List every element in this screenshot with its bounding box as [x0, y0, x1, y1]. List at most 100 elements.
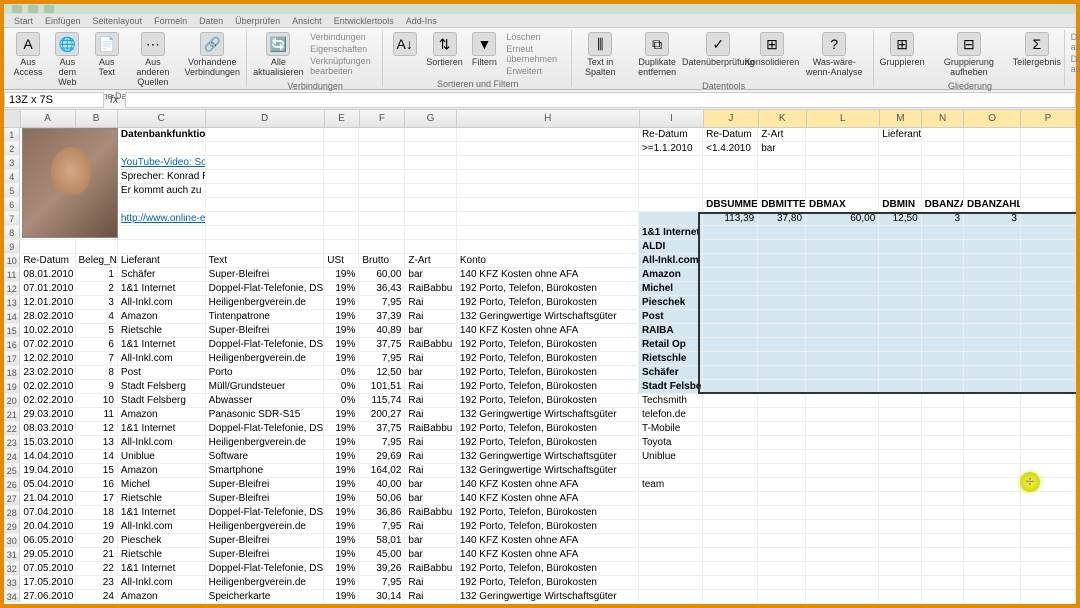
cell[interactable]: 22: [76, 562, 118, 575]
cell[interactable]: 30,14: [359, 590, 405, 602]
cell[interactable]: 132 Geringwertige Wirtschaftsgüter: [457, 450, 639, 463]
cell[interactable]: 19%: [324, 310, 359, 323]
cell[interactable]: [359, 226, 405, 239]
cell[interactable]: [457, 156, 639, 169]
cell[interactable]: 19%: [324, 506, 359, 519]
cell[interactable]: [964, 492, 1021, 505]
cell[interactable]: 19%: [324, 282, 359, 295]
cell[interactable]: 14.04.2010: [20, 450, 75, 463]
cell[interactable]: 12.02.2010: [20, 352, 75, 365]
sort-az-button[interactable]: A↓: [389, 30, 421, 58]
cell[interactable]: [1021, 296, 1076, 309]
cell[interactable]: [405, 142, 456, 155]
cell[interactable]: [703, 422, 758, 435]
cell[interactable]: [758, 548, 806, 561]
cell[interactable]: [922, 156, 964, 169]
cell[interactable]: [964, 562, 1021, 575]
cell[interactable]: [879, 352, 921, 365]
column-header[interactable]: C: [118, 110, 206, 127]
cell[interactable]: [806, 184, 879, 197]
cell[interactable]: [806, 464, 879, 477]
cell[interactable]: [922, 352, 964, 365]
cell[interactable]: [879, 380, 921, 393]
row-header[interactable]: 5: [4, 184, 20, 197]
cell[interactable]: 18: [76, 506, 118, 519]
cell[interactable]: [922, 338, 964, 351]
cell[interactable]: Pieschek: [639, 296, 703, 309]
cell[interactable]: [76, 240, 118, 253]
cell[interactable]: 12.01.2010: [20, 296, 75, 309]
ribbon-tab[interactable]: Start: [14, 16, 33, 26]
cell[interactable]: 21: [76, 548, 118, 561]
cell[interactable]: [879, 450, 921, 463]
column-header[interactable]: M: [880, 110, 922, 127]
cell[interactable]: [806, 268, 879, 281]
cell[interactable]: [703, 296, 758, 309]
cell[interactable]: [806, 436, 879, 449]
cell[interactable]: [922, 170, 964, 183]
cell[interactable]: RaiBabbu: [405, 338, 456, 351]
cell[interactable]: [703, 408, 758, 421]
cell[interactable]: 5: [76, 324, 118, 337]
cell[interactable]: USt: [324, 254, 359, 267]
cell[interactable]: Uniblue: [639, 450, 703, 463]
cell[interactable]: 23: [76, 576, 118, 589]
cell[interactable]: [964, 240, 1021, 253]
cell[interactable]: [1021, 198, 1076, 211]
cell[interactable]: [405, 128, 456, 141]
cell[interactable]: [1021, 506, 1076, 519]
cell[interactable]: [922, 436, 964, 449]
cell[interactable]: Michel: [639, 282, 703, 295]
cell[interactable]: [964, 310, 1021, 323]
refresh-all-button[interactable]: 🔄Alle aktualisieren: [253, 30, 305, 80]
cell[interactable]: [879, 170, 921, 183]
cell[interactable]: [1021, 352, 1076, 365]
column-header[interactable]: I: [640, 110, 704, 127]
cell[interactable]: Rai: [405, 394, 456, 407]
cell[interactable]: [758, 268, 806, 281]
ribbon-tab[interactable]: Ansicht: [292, 16, 322, 26]
cell[interactable]: [922, 408, 964, 421]
cell[interactable]: [964, 226, 1021, 239]
cell[interactable]: [1021, 380, 1076, 393]
cell[interactable]: Doppel-Flat-Telefonie, DSL: [206, 562, 325, 575]
cell[interactable]: [922, 128, 964, 141]
cell[interactable]: 19%: [324, 464, 359, 477]
cell[interactable]: [324, 226, 359, 239]
cell[interactable]: [922, 590, 964, 602]
ribbon-tab[interactable]: Einfügen: [45, 16, 81, 26]
cell[interactable]: [806, 422, 879, 435]
cell[interactable]: 12,50: [879, 212, 921, 225]
row-header[interactable]: 32: [4, 562, 20, 575]
cell[interactable]: [806, 240, 879, 253]
cell[interactable]: [879, 338, 921, 351]
cell[interactable]: [758, 310, 806, 323]
cell[interactable]: [922, 534, 964, 547]
cell[interactable]: [758, 450, 806, 463]
cell[interactable]: [457, 170, 639, 183]
cell[interactable]: 37,80: [758, 212, 806, 225]
cell[interactable]: [964, 408, 1021, 421]
cell[interactable]: 19%: [324, 324, 359, 337]
cell[interactable]: [806, 282, 879, 295]
cell[interactable]: [324, 184, 359, 197]
cell[interactable]: 19%: [324, 576, 359, 589]
cell[interactable]: 15.03.2010: [20, 436, 75, 449]
cell[interactable]: 115,74: [359, 394, 405, 407]
cell[interactable]: bar: [758, 142, 806, 155]
column-header[interactable]: F: [360, 110, 406, 127]
cell[interactable]: [639, 184, 703, 197]
cell[interactable]: [703, 156, 758, 169]
cell[interactable]: 13: [76, 436, 118, 449]
cell[interactable]: [758, 464, 806, 477]
cell[interactable]: [922, 254, 964, 267]
cell[interactable]: 19%: [324, 478, 359, 491]
cell[interactable]: 1&1 Internet: [639, 226, 703, 239]
cell[interactable]: [639, 576, 703, 589]
row-header[interactable]: 27: [4, 492, 20, 505]
cell[interactable]: 58,01: [359, 534, 405, 547]
cell[interactable]: DBANZAHL: [922, 198, 964, 211]
cell[interactable]: [879, 142, 921, 155]
cell[interactable]: 27.06.2010: [20, 590, 75, 602]
cell[interactable]: Smartphone: [206, 464, 325, 477]
